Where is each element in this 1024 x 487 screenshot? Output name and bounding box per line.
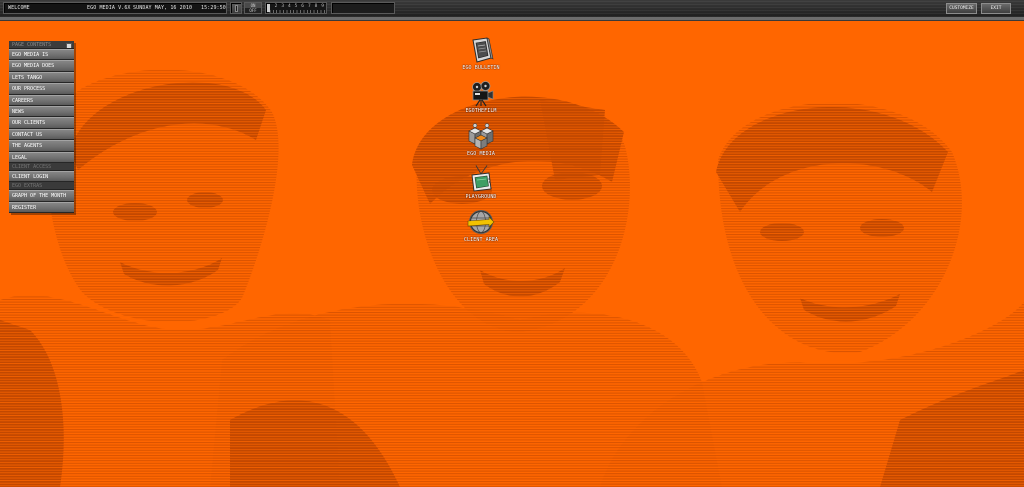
desktop-icon-label[interactable]: CLIENT AREA xyxy=(441,237,521,243)
menu-item-ego-media-does[interactable]: EGO MEDIA DOES xyxy=(9,60,74,72)
menu-header[interactable]: PAGE CONTENTS xyxy=(9,41,74,49)
volume-tick: 8 xyxy=(314,4,318,9)
volume-tick: 5 xyxy=(294,4,298,9)
right-face xyxy=(600,102,1024,487)
menu-header-label: PAGE CONTENTS xyxy=(12,42,52,48)
menu-item-the-agents[interactable]: THE AGENTS xyxy=(9,140,74,152)
sound-toggle[interactable]: ON OFF xyxy=(244,2,262,14)
menu-item-lets-tango[interactable]: LETS TANGO xyxy=(9,71,74,84)
status-panel: WELCOME EGO MEDIA V.6X SUNDAY MAY, 16 20… xyxy=(3,2,227,14)
menu-item-our-process[interactable]: OUR PROCESS xyxy=(9,83,74,95)
menu-item-register[interactable]: REGISTER xyxy=(9,201,74,214)
menu-item-ego-media-is[interactable]: EGO MEDIA IS xyxy=(9,49,74,61)
close-icon[interactable] xyxy=(66,42,72,48)
menu-section-extras: EGO EXTRAS xyxy=(9,182,74,191)
volume-tick: 7 xyxy=(307,4,311,9)
volume-scale: 1 2 3 4 5 6 7 8 9 xyxy=(268,3,324,11)
desktop-icon-ego-the-film[interactable]: EGOTHEFILM xyxy=(441,79,521,114)
bulletin-board-icon xyxy=(472,37,494,63)
menu-item-legal[interactable]: LEGAL xyxy=(9,151,74,163)
volume-tick: 3 xyxy=(281,4,285,9)
menu-item-graph-of-the-month[interactable]: GRAPH OF THE MONTH xyxy=(9,190,74,202)
customize-button[interactable]: CUSTOMIZE xyxy=(946,3,977,14)
desktop-icon-label[interactable]: EGO MEDIA xyxy=(441,151,521,157)
menu-item-contact-us[interactable]: CONTACT US xyxy=(9,128,74,141)
desktop-icon-label[interactable]: EGO BULLETIN xyxy=(441,65,521,71)
desktop-icon-label[interactable]: EGOTHEFILM xyxy=(441,108,521,114)
knob-handle-icon xyxy=(235,5,238,12)
halftone-faces-background xyxy=(0,69,1024,487)
top-bar: WELCOME EGO MEDIA V.6X SUNDAY MAY, 16 20… xyxy=(0,0,1024,20)
welcome-text: WELCOME xyxy=(8,5,30,11)
exit-button[interactable]: EXIT xyxy=(981,3,1011,14)
toggle-off-label[interactable]: OFF xyxy=(245,8,261,13)
clock-text: 15:29:50 xyxy=(201,5,226,11)
menu-item-careers[interactable]: CAREERS xyxy=(9,94,74,106)
volume-tick: 2 xyxy=(274,4,278,9)
volume-tick: 9 xyxy=(321,4,324,9)
menu-item-news[interactable]: NEWS xyxy=(9,105,74,118)
television-icon xyxy=(471,165,492,192)
menu-item-client-login[interactable]: CLIENT LOGIN xyxy=(9,170,74,183)
desktop-icon-playground[interactable]: PLAYGROUND xyxy=(441,165,521,200)
desktop-icon-ego-media[interactable]: EGO MEDIA xyxy=(441,122,521,157)
menu-section-client: CLIENT ACCESS xyxy=(9,162,74,171)
sound-knob[interactable] xyxy=(230,2,242,14)
desktop-icon-label[interactable]: PLAYGROUND xyxy=(441,194,521,200)
menu-item-our-clients[interactable]: OUR CLIENTS xyxy=(9,117,74,129)
message-display xyxy=(331,2,395,14)
globe-gear-icon xyxy=(467,210,495,234)
ego-media-blocks-icon xyxy=(468,123,494,150)
version-text: EGO MEDIA V.6X xyxy=(87,5,131,11)
desktop-icon-client-area[interactable]: CLIENT AREA xyxy=(441,208,521,243)
volume-tick: 6 xyxy=(301,4,304,9)
volume-slider[interactable]: 1 2 3 4 5 6 7 8 9 xyxy=(265,2,327,14)
volume-tick: 4 xyxy=(287,4,291,9)
page-contents-menu: PAGE CONTENTS EGO MEDIA IS EGO MEDIA DOE… xyxy=(9,41,74,214)
date-text: SUNDAY MAY, 16 2010 xyxy=(133,5,193,11)
film-camera-icon xyxy=(472,81,494,107)
desktop-icon-ego-bulletin[interactable]: EGO BULLETIN xyxy=(441,36,521,71)
